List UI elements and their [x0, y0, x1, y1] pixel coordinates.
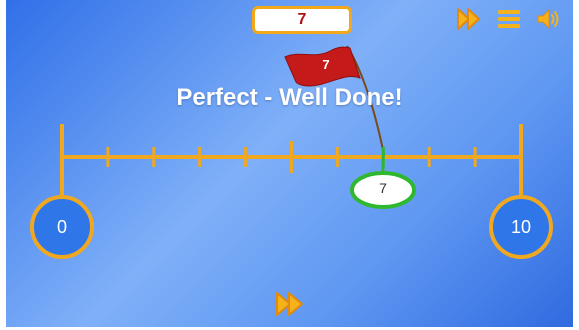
number-line-canvas — [30, 45, 553, 259]
answer-value: 7 — [379, 180, 387, 196]
next-button[interactable] — [274, 290, 306, 318]
end-label: 10 — [510, 217, 532, 237]
feedback-message: Perfect - Well Done! — [176, 84, 403, 111]
start-label: 0 — [56, 217, 67, 237]
flag-label: 7 — [322, 57, 330, 72]
